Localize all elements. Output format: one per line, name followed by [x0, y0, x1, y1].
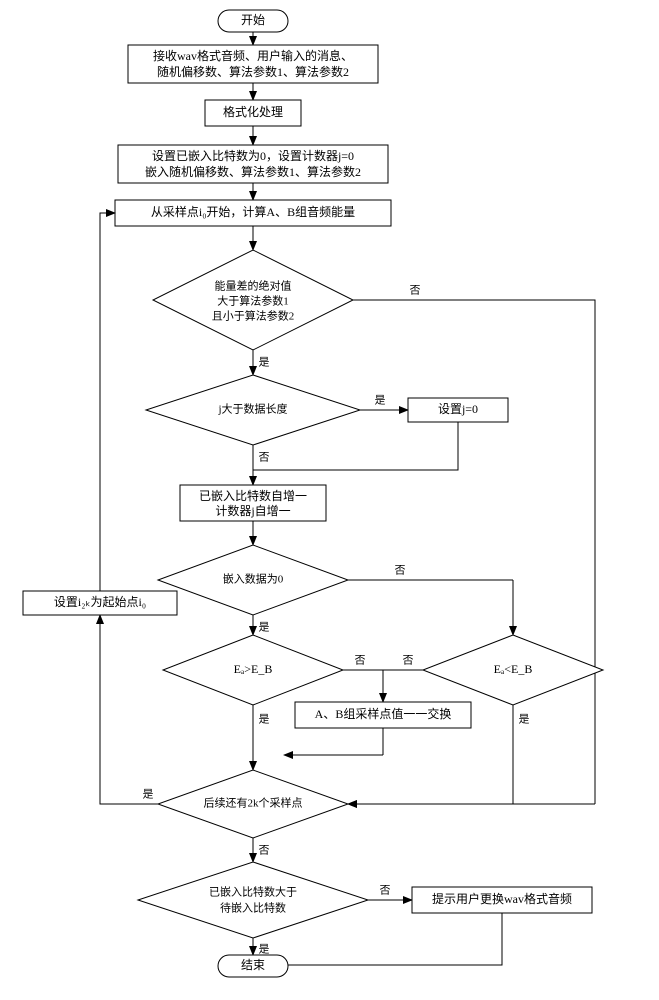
j-gt-len-label: j大于数据长度	[217, 402, 287, 416]
embed-zero-label: 嵌入数据为0	[223, 572, 284, 586]
swap-label: A、B组采样点值一一交换	[315, 706, 452, 721]
set-j0-label: 设置j=0	[438, 402, 478, 416]
start-label: 开始	[241, 13, 265, 27]
yes-label-2: 是	[375, 394, 386, 407]
no-label-1: 否	[410, 285, 421, 297]
yes-label-1: 是	[259, 356, 270, 369]
compute-label: 从采样点i₀开始，计算A、B组音频能量	[151, 204, 355, 219]
yes-label-7: 是	[259, 943, 270, 956]
no-label-3: 否	[395, 565, 406, 577]
no-label-4: 否	[355, 655, 366, 667]
has-2k-label: 后续还有2k个采样点	[204, 796, 303, 810]
embedded-gt-diamond	[138, 862, 368, 938]
yes-label-4: 是	[259, 713, 270, 726]
energy-diff-line1: 能量差的绝对值	[215, 279, 292, 293]
ea-gt-eb-label: Eₐ>E_B	[234, 662, 273, 676]
no-label-7: 否	[380, 885, 391, 897]
increment-line2: 计数器j自增一	[215, 503, 290, 518]
energy-diff-line2: 大于算法参数1	[217, 294, 289, 308]
no-label-2: 否	[259, 452, 270, 464]
receive-line2: 随机偏移数、算法参数1、算法参数2	[157, 64, 349, 79]
energy-diff-line3: 且小于算法参数2	[212, 309, 295, 323]
init-line2: 嵌入随机偏移数、算法参数1、算法参数2	[145, 164, 361, 179]
ea-lt-eb-label: Eₐ<E_B	[494, 662, 533, 676]
receive-line1: 接收wav格式音频、用户输入的消息、	[153, 48, 353, 63]
set-i2k-label: 设置i₂ₖ为起始点i₀	[54, 595, 146, 609]
prompt-label: 提示用户更换wav格式音频	[432, 891, 572, 906]
no-label-6: 否	[259, 845, 270, 857]
increment-line1: 已嵌入比特数自增一	[199, 488, 307, 503]
format-label: 格式化处理	[223, 104, 283, 119]
yes-label-5: 是	[519, 713, 530, 726]
embedded-gt-line2: 待嵌入比特数	[220, 901, 286, 915]
no-label-5: 否	[403, 655, 414, 667]
yes-label-6: 是	[143, 788, 154, 801]
init-line1: 设置已嵌入比特数为0，设置计数器j=0	[152, 148, 354, 163]
flowchart-diagram: 开始 接收wav格式音频、用户输入的消息、 随机偏移数、算法参数1、算法参数2 …	[0, 0, 659, 1000]
end-label: 结束	[241, 958, 265, 972]
embedded-gt-line1: 已嵌入比特数大于	[209, 885, 297, 899]
yes-label-3: 是	[259, 621, 270, 634]
